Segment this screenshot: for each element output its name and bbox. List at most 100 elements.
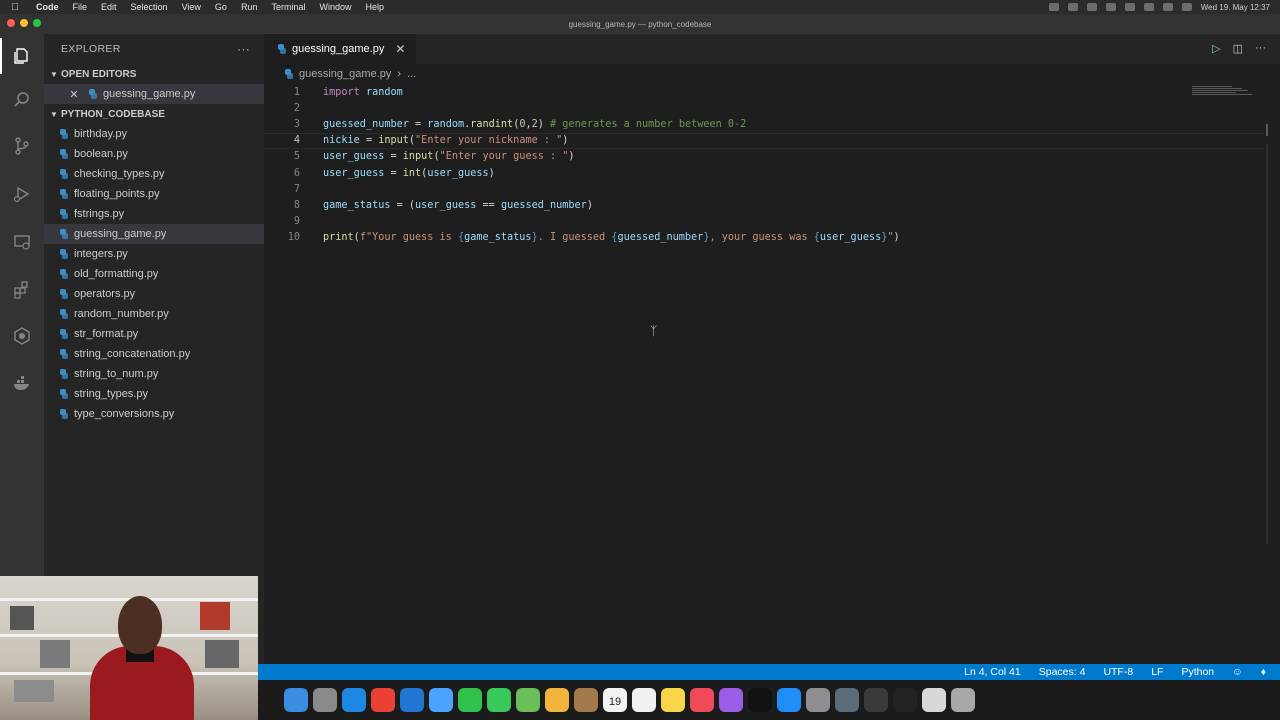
code-editor[interactable]: 1 import random 2 3 guessed_number = random.… [264, 84, 1280, 664]
menu-clock[interactable]: Wed 19. May 12:37 [1201, 3, 1270, 12]
more-actions-icon[interactable]: ··· [237, 42, 250, 56]
file-item[interactable]: boolean.py [44, 144, 264, 164]
safari-icon[interactable] [342, 688, 366, 712]
close-window-button[interactable] [7, 19, 15, 27]
system-preferences-icon[interactable] [806, 688, 830, 712]
menu-view[interactable]: View [182, 2, 209, 12]
reminders-icon[interactable] [632, 688, 656, 712]
file-item[interactable]: type_conversions.py [44, 404, 264, 424]
breadcrumb-more[interactable]: ... [407, 68, 416, 80]
breadcrumb-file[interactable]: guessing_game.py [299, 68, 391, 80]
file-item[interactable]: operators.py [44, 284, 264, 304]
siri-icon[interactable] [1181, 3, 1192, 11]
finder-icon[interactable] [284, 688, 308, 712]
docker-icon[interactable] [10, 372, 34, 396]
volume-icon[interactable] [1067, 3, 1078, 11]
apple-icon[interactable]:  [0, 2, 30, 13]
app-store-icon[interactable] [777, 688, 801, 712]
code-line[interactable]: 3 guessed_number = random.randint(0,2) # … [264, 116, 1264, 132]
open-editor-item[interactable]: ✕ guessing_game.py [44, 84, 264, 104]
downloads-stack-icon[interactable] [922, 688, 946, 712]
file-item[interactable]: birthday.py [44, 124, 264, 144]
cursor-position[interactable]: Ln 4, Col 41 [964, 666, 1021, 678]
spotlight-icon[interactable] [1143, 3, 1154, 11]
preview-icon[interactable] [835, 688, 859, 712]
close-tab-icon[interactable]: ✕ [395, 42, 405, 56]
folder-section[interactable]: ▼ PYTHON_CODEBASE [44, 104, 264, 124]
menu-run[interactable]: Run [241, 2, 266, 12]
file-item[interactable]: str_format.py [44, 324, 264, 344]
python-test-icon[interactable] [10, 324, 34, 348]
menu-edit[interactable]: Edit [101, 2, 125, 12]
tv-icon[interactable] [748, 688, 772, 712]
code-line[interactable]: 6 user_guess = int(user_guess) [264, 165, 1264, 181]
notifications-bell-icon[interactable]: ♦ [1261, 667, 1266, 678]
zoom-window-button[interactable] [33, 19, 41, 27]
end-of-line[interactable]: LF [1151, 666, 1163, 678]
file-item[interactable]: fstrings.py [44, 204, 264, 224]
code-line[interactable]: 10 print(f"Your guess is {game_status}. I… [264, 230, 1264, 246]
maps-icon[interactable] [516, 688, 540, 712]
terminal-icon[interactable] [893, 688, 917, 712]
notes-icon[interactable] [661, 688, 685, 712]
encoding[interactable]: UTF-8 [1103, 666, 1133, 678]
open-editors-section[interactable]: ▼ OPEN EDITORS [44, 64, 264, 84]
code-line[interactable]: 4 nickie = input("Enter your nickname : "… [264, 132, 1264, 149]
indentation[interactable]: Spaces: 4 [1039, 666, 1086, 678]
launchpad-icon[interactable] [313, 688, 337, 712]
tab-guessing-game[interactable]: guessing_game.py ✕ [264, 34, 416, 64]
language-mode[interactable]: Python [1181, 666, 1214, 678]
menu-help[interactable]: Help [365, 2, 392, 12]
messages-icon[interactable] [487, 688, 511, 712]
code-line[interactable]: 8 game_status = (user_guess == guessed_nu… [264, 197, 1264, 213]
split-editor-icon[interactable]: ◫ [1233, 42, 1243, 55]
search-icon[interactable] [10, 88, 34, 112]
code-line[interactable]: 5 user_guess = input("Enter your guess : … [264, 149, 1264, 165]
file-item[interactable]: checking_types.py [44, 164, 264, 184]
remote-explorer-icon[interactable] [10, 230, 34, 254]
close-editor-icon[interactable]: ✕ [68, 88, 80, 101]
battery-icon[interactable] [1086, 3, 1097, 11]
explorer-icon[interactable] [0, 38, 34, 74]
calendar-icon[interactable]: 19 [603, 688, 627, 712]
menu-app-code[interactable]: Code [36, 2, 67, 12]
obs-icon[interactable] [864, 688, 888, 712]
file-item[interactable]: guessing_game.py [44, 224, 264, 244]
run-debug-icon[interactable] [10, 182, 34, 206]
creative-cloud-icon[interactable] [1048, 3, 1059, 11]
code-line[interactable]: 7 [264, 181, 1264, 197]
control-center-icon[interactable] [1162, 3, 1173, 11]
file-item[interactable]: old_formatting.py [44, 264, 264, 284]
file-item[interactable]: string_to_num.py [44, 364, 264, 384]
file-item[interactable]: integers.py [44, 244, 264, 264]
wifi-icon[interactable] [1124, 3, 1135, 11]
code-line[interactable]: 9 [264, 214, 1264, 230]
minimap[interactable] [1192, 86, 1262, 100]
facetime-icon[interactable] [458, 688, 482, 712]
file-item[interactable]: floating_points.py [44, 184, 264, 204]
contacts-icon[interactable] [574, 688, 598, 712]
code-line[interactable]: 1 import random [264, 84, 1264, 100]
chrome-icon[interactable] [371, 688, 395, 712]
menu-go[interactable]: Go [215, 2, 235, 12]
file-item[interactable]: string_concatenation.py [44, 344, 264, 364]
feedback-icon[interactable]: ☺ [1232, 666, 1243, 678]
menu-file[interactable]: File [73, 2, 96, 12]
menu-window[interactable]: Window [319, 2, 359, 12]
more-actions-icon[interactable]: ··· [1255, 42, 1266, 55]
mail-icon[interactable] [429, 688, 453, 712]
menu-terminal[interactable]: Terminal [271, 2, 313, 12]
podcasts-icon[interactable] [719, 688, 743, 712]
trash-icon[interactable] [951, 688, 975, 712]
vscode-icon[interactable] [400, 688, 424, 712]
scrollbar-track[interactable] [1266, 144, 1268, 544]
file-item[interactable]: random_number.py [44, 304, 264, 324]
extensions-icon[interactable] [10, 278, 34, 302]
source-control-icon[interactable] [10, 134, 34, 158]
menu-selection[interactable]: Selection [131, 2, 176, 12]
bluetooth-icon[interactable] [1105, 3, 1116, 11]
code-line[interactable]: 2 [264, 100, 1264, 116]
scrollbar-thumb[interactable] [1266, 124, 1268, 136]
photos-icon[interactable] [545, 688, 569, 712]
file-item[interactable]: string_types.py [44, 384, 264, 404]
